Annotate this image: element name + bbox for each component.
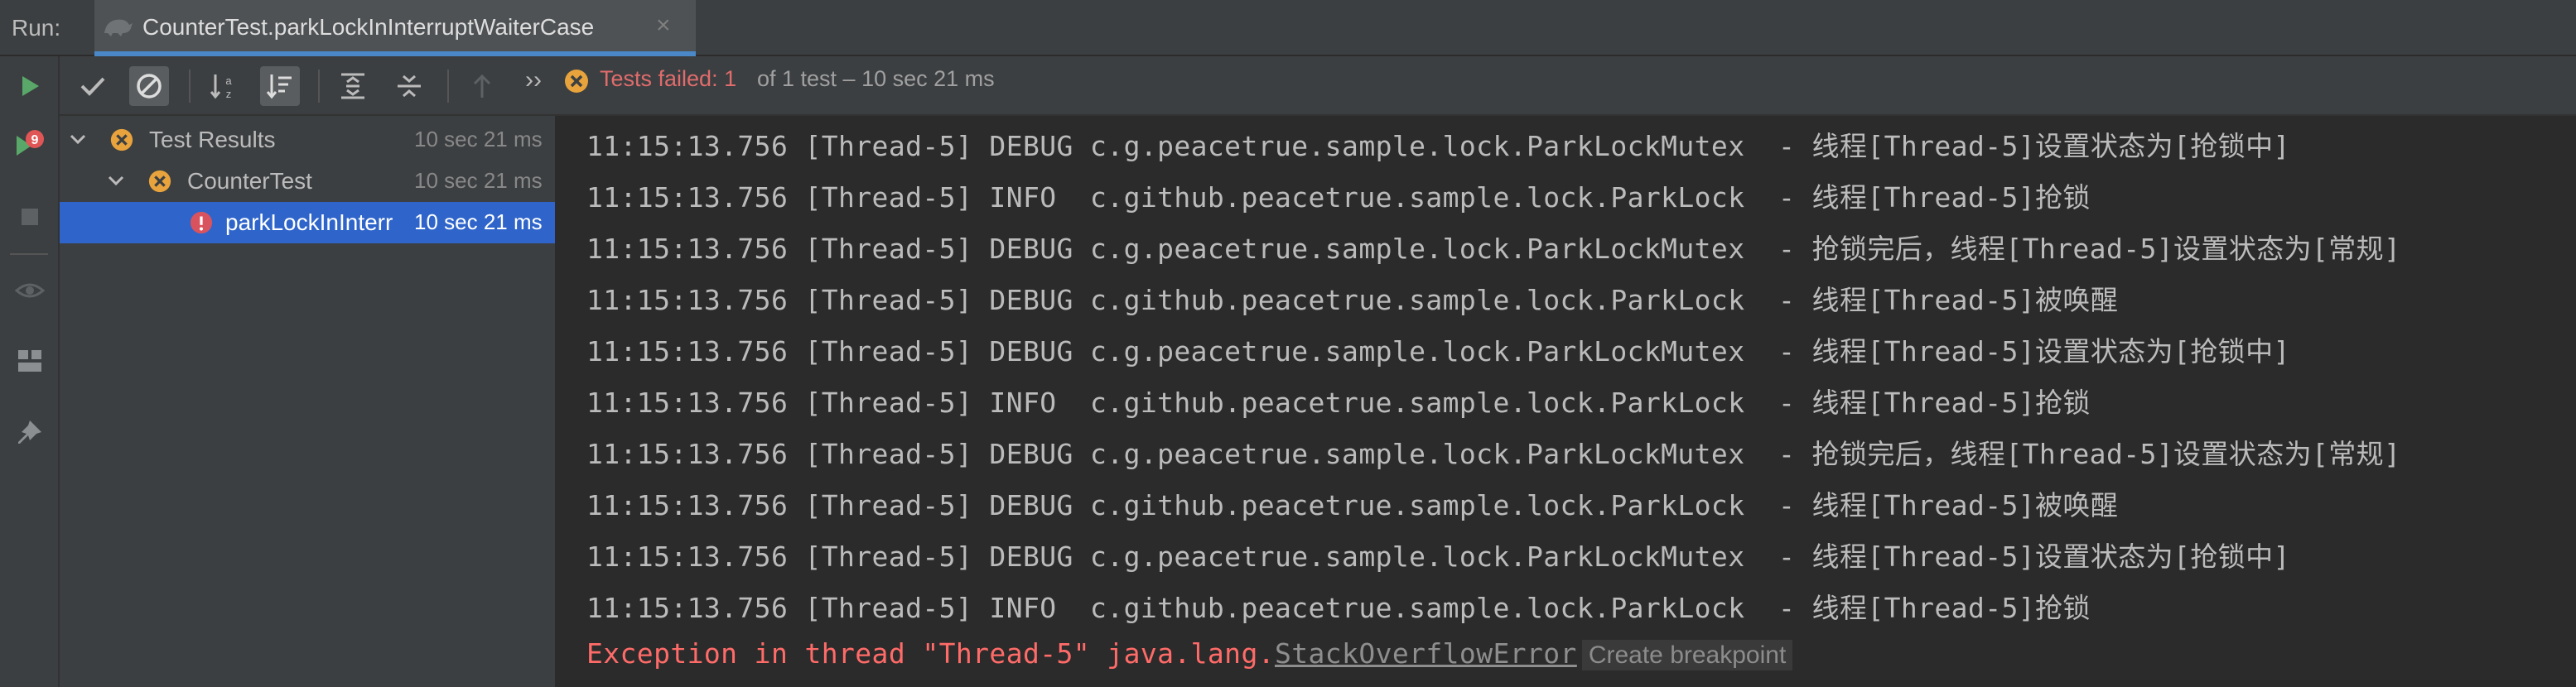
log-line: 11:15:13.756 [Thread-5] DEBUG c.github.p… (586, 489, 2119, 521)
test-tree: Test Results 10 sec 21 ms CounterTest 10… (60, 116, 557, 687)
test-toolbar (60, 56, 2576, 116)
tree-duration: 10 sec 21 ms (414, 168, 543, 193)
log-line: 11:15:13.756 [Thread-5] DEBUG c.g.peacet… (586, 130, 2290, 162)
toolbar-separator (10, 253, 48, 255)
log-line: 11:15:13.756 [Thread-5] DEBUG c.g.peacet… (586, 438, 2401, 470)
log-line: 11:15:13.756 [Thread-5] INFO c.github.pe… (586, 181, 2091, 214)
sort-by-duration-icon[interactable] (260, 66, 300, 106)
log-line: 11:15:13.756 [Thread-5] DEBUG c.g.peacet… (586, 233, 2401, 265)
failed-status-icon (109, 127, 134, 156)
rerun-failed-icon[interactable]: 9 (12, 126, 48, 162)
show-passed-icon[interactable] (73, 66, 113, 106)
previous-failed-icon[interactable] (462, 66, 502, 106)
run-tab-title[interactable]: CounterTest.parkLockInInterruptWaiterCas… (142, 14, 594, 41)
layout-icon[interactable] (12, 343, 48, 379)
expand-all-icon[interactable] (333, 66, 373, 106)
error-icon (189, 210, 214, 239)
tree-label: Test Results (149, 127, 276, 152)
tree-row-test-method[interactable]: parkLockInInterr 10 sec 21 ms (60, 202, 555, 243)
test-config-icon (101, 13, 134, 42)
failed-status-icon (563, 68, 590, 98)
run-label: Run: (12, 15, 61, 41)
tree-label: CounterTest (187, 168, 312, 194)
tree-duration: 10 sec 21 ms (414, 127, 543, 151)
tree-label: parkLockInInterr (225, 209, 393, 235)
toolbar-separator (318, 70, 320, 103)
svg-text:a: a (225, 74, 232, 87)
eye-icon[interactable] (12, 273, 48, 310)
tree-row-counter-test[interactable]: CounterTest 10 sec 21 ms (60, 161, 555, 202)
log-line: 11:15:13.756 [Thread-5] DEBUG c.g.peacet… (586, 335, 2290, 368)
failed-status-icon (147, 169, 172, 198)
close-icon[interactable]: × (656, 12, 671, 40)
svg-text:9: 9 (31, 133, 39, 147)
stop-icon[interactable] (12, 199, 48, 235)
show-ignored-icon[interactable] (129, 66, 169, 106)
exception-line: Exception in thread "Thread-5" java.lang… (586, 637, 1793, 670)
exception-class-link[interactable]: StackOverflowError (1275, 637, 1577, 670)
pin-icon[interactable] (12, 416, 48, 452)
sort-alphabetically-icon[interactable]: a z (204, 66, 244, 106)
run-icon[interactable] (12, 68, 48, 104)
tree-duration: 10 sec 21 ms (414, 209, 543, 234)
console-output[interactable]: 11:15:13.756 [Thread-5] DEBUG c.g.peacet… (557, 116, 2576, 687)
tests-summary-label: of 1 test – 10 sec 21 ms (757, 66, 995, 91)
more-actions-icon[interactable]: ›› (525, 66, 542, 94)
toolbar-separator (189, 70, 191, 103)
tests-failed-label: Tests failed: 1 (600, 66, 737, 91)
log-line: 11:15:13.756 [Thread-5] DEBUG c.g.peacet… (586, 540, 2290, 573)
collapse-all-icon[interactable] (389, 66, 429, 106)
log-line: 11:15:13.756 [Thread-5] INFO c.github.pe… (586, 387, 2091, 419)
log-line: 11:15:13.756 [Thread-5] INFO c.github.pe… (586, 592, 2091, 624)
chevron-down-icon[interactable] (68, 129, 88, 153)
toolbar-separator (447, 70, 449, 103)
create-breakpoint-link[interactable]: Create breakpoint (1581, 640, 1793, 670)
svg-text:z: z (226, 88, 232, 100)
exception-text: Exception in thread "Thread-5" java.lang… (586, 637, 1275, 670)
chevron-down-icon[interactable] (106, 171, 126, 195)
tree-row-test-results[interactable]: Test Results 10 sec 21 ms (60, 119, 555, 161)
log-line: 11:15:13.756 [Thread-5] DEBUG c.github.p… (586, 284, 2119, 316)
